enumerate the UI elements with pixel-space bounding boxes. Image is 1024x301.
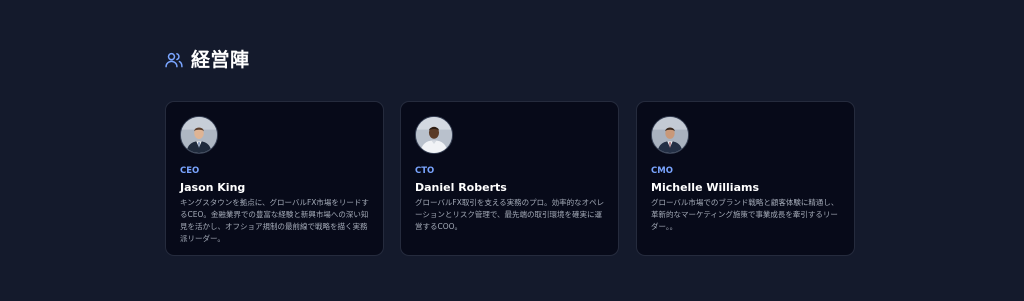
role-label: CMO: [651, 166, 673, 176]
section-header: 経営陣: [164, 47, 250, 73]
leadership-section: 経営陣 CEO Jason King キングスタウンを拠点に、グローバルFX市場…: [0, 0, 1024, 301]
users-icon: [164, 50, 184, 70]
member-name: Michelle Williams: [651, 181, 760, 194]
avatar: [180, 116, 218, 154]
team-card-cto: CTO Daniel Roberts グローバルFX取引を支える実務のプロ。効率…: [400, 101, 619, 256]
team-card-cmo: CMO Michelle Williams グローバル市場でのブランド戦略と顧客…: [636, 101, 855, 256]
member-bio: グローバル市場でのブランド戦略と顧客体験に精通し、革新的なマーケティング施策で事…: [651, 198, 839, 231]
team-card-ceo: CEO Jason King キングスタウンを拠点に、グローバルFX市場をリード…: [165, 101, 384, 256]
role-label: CEO: [180, 166, 200, 176]
avatar: [651, 116, 689, 154]
member-name: Jason King: [180, 181, 246, 194]
member-bio: グローバルFX取引を支える実務のプロ。効率的なオペレーションとリスク管理で、最先…: [415, 198, 605, 231]
member-name: Daniel Roberts: [415, 181, 507, 194]
role-label: CTO: [415, 166, 435, 176]
avatar: [415, 116, 453, 154]
member-bio: キングスタウンを拠点に、グローバルFX市場をリードするCEO。金融業界での豊富な…: [180, 198, 369, 243]
section-title: 経営陣: [191, 49, 250, 71]
